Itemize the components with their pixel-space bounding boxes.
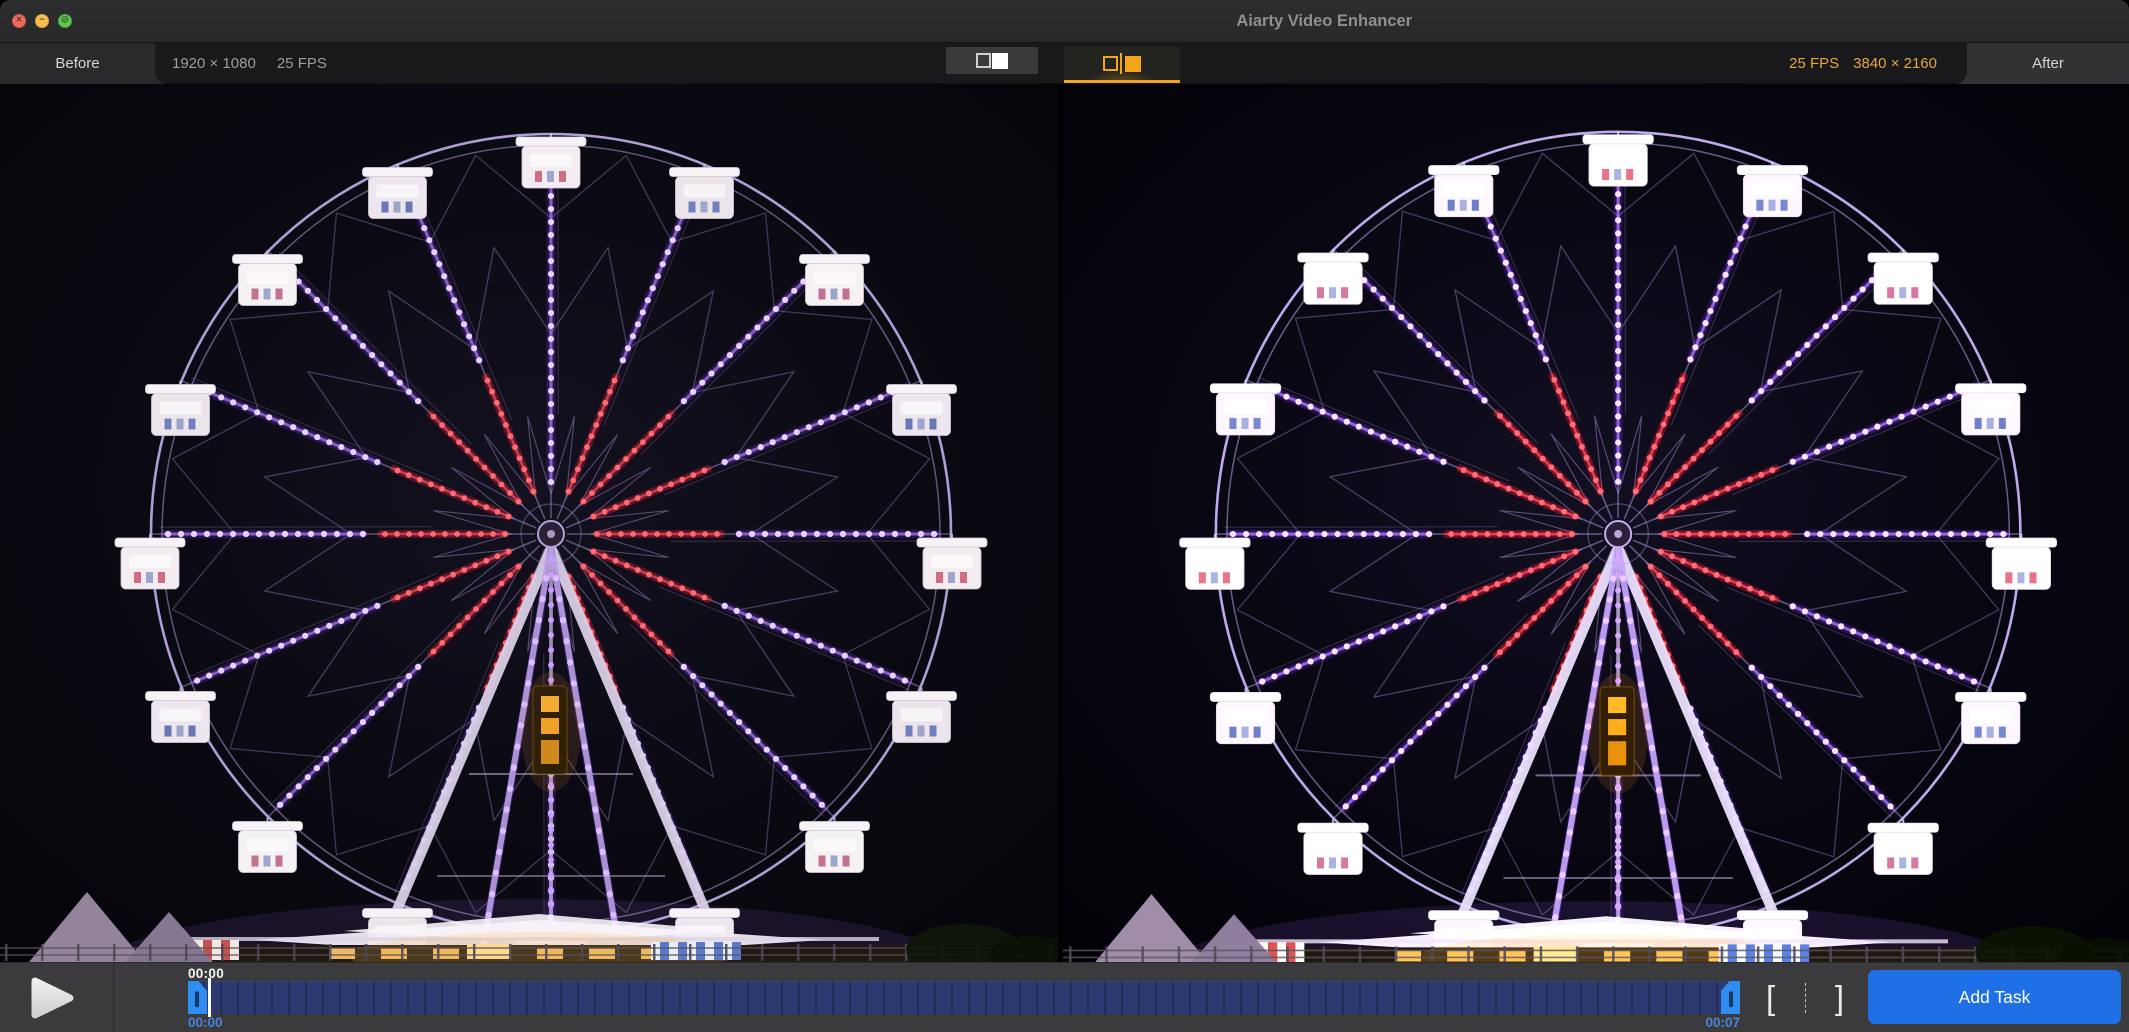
play-icon [26,974,78,1022]
tab-before-label: Before [55,55,99,72]
add-task-button[interactable]: Add Task [1868,970,2121,1024]
trim-end-grip-icon [1729,991,1733,1007]
split-view-icon [1103,53,1141,74]
split-view-button[interactable] [1064,47,1180,80]
trim-end-handle[interactable] [1721,981,1740,1014]
trim-open-bracket-icon: [ [1766,978,1775,1018]
controls-divider [113,963,114,1032]
single-view-icon [976,53,1008,69]
current-time-label: 00:00 [188,966,224,981]
app-window: × − ⊘ Aiarty Video Enhancer Before 1920 … [0,0,2129,1032]
timeline-track[interactable] [188,981,1740,1014]
tab-before[interactable]: Before [0,43,155,84]
trim-range-button[interactable]: [ ] [1766,976,1844,1020]
minimize-button[interactable]: − [35,14,49,28]
trim-start-label: 00:00 [188,1015,223,1030]
before-resolution-label: 1920 × 1080 [172,55,256,72]
compare-preview [0,84,2129,962]
zoom-disabled-icon: ⊘ [61,16,69,26]
trim-dashed-line-icon [1805,983,1806,1013]
ferris-wheel-after [1063,84,2129,962]
tab-after-label: After [2032,55,2064,72]
trim-start-grip-icon [195,991,199,1007]
after-meta: 25 FPS 3840 × 2160 [1789,43,1937,84]
trim-end-label: 00:07 [1660,1015,1740,1030]
after-fps-label: 25 FPS [1789,55,1839,72]
close-button[interactable]: × [12,14,26,28]
close-icon: × [16,16,22,26]
single-view-button[interactable] [946,47,1038,74]
tab-after[interactable]: After [1967,43,2129,84]
before-meta: 1920 × 1080 25 FPS [172,43,327,84]
player-controls: 00:00 00:00 00:07 [ ] Add Task [0,962,2129,1032]
after-resolution-label: 3840 × 2160 [1853,55,1937,72]
before-fps-label: 25 FPS [277,55,327,72]
play-button[interactable] [18,971,94,1025]
window-title: Aiarty Video Enhancer [1236,0,1412,43]
zoom-button[interactable]: ⊘ [58,14,72,28]
minimize-icon: − [39,16,45,26]
trim-close-bracket-icon: ] [1835,978,1844,1018]
trim-start-handle[interactable] [188,981,207,1014]
playhead[interactable] [208,978,211,1017]
traffic-lights: × − ⊘ [12,14,72,28]
ferris-wheel-before [0,84,1058,962]
topbar: Before 1920 × 1080 25 FPS 25 FPS 3840 × … [0,43,2129,84]
before-preview-image[interactable] [0,84,1058,962]
titlebar: × − ⊘ Aiarty Video Enhancer [0,0,2129,43]
after-preview-image[interactable] [1063,84,2129,962]
